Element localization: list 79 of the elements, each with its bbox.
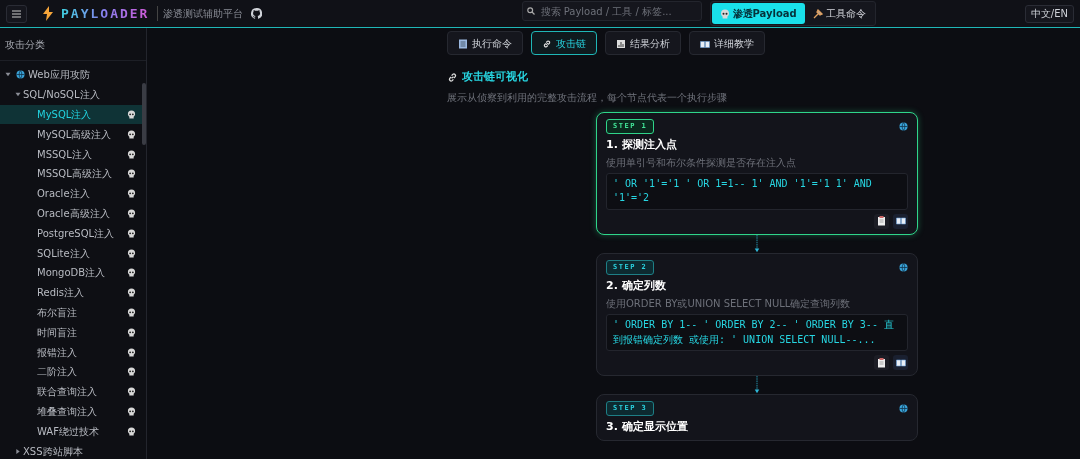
book-icon [895,358,906,367]
tree-item[interactable]: Oracle高级注入 [0,203,146,224]
mode-tab[interactable]: 工具命令 [804,3,874,24]
tree-item[interactable]: Web应用攻防 [0,65,146,85]
book-icon [895,217,906,226]
tree-item[interactable]: SQLite注入 [0,243,146,263]
bar-chart-icon [616,38,626,49]
sidebar-title: 攻击分类 [0,28,146,61]
subtitle: 渗透测试辅助平台 [157,6,244,21]
globe-icon [16,70,25,80]
tree-item[interactable]: 时间盲注 [0,322,146,343]
step-description: 使用单引号和布尔条件探测是否存在注入点 [606,155,797,169]
clipboard-icon [877,357,886,368]
tree-item[interactable]: Oracle注入 [0,183,146,204]
link-icon [542,38,552,49]
code-block: ' OR '1'='1 ' OR 1=1-- 1' AND '1'='1 1' AND '1'='2 [606,172,908,210]
tab[interactable]: 结果分析 [605,31,681,55]
code-block: ' ORDER BY 1-- ' ORDER BY 2-- ' ORDER BY 3-- 直到报错确定列数 或使用: ' UNION SELECT NULL--... [606,314,908,352]
menu-button[interactable] [6,4,27,23]
skull-icon [719,9,730,19]
tree-item[interactable]: SQL/NoSQL注入 [0,84,146,105]
tree-item[interactable]: 联合查询注入 [0,381,146,402]
tree-item[interactable]: 布尔盲注 [0,302,146,323]
skull-icon [127,208,136,218]
skull-icon [127,347,136,357]
skull-icon [127,426,136,436]
globe-icon [899,404,908,414]
globe-icon [899,121,908,131]
clipboard-icon [877,216,886,227]
document-icon [458,38,468,49]
link-icon [447,71,458,83]
tree-item[interactable]: MySQL高级注入 [0,124,146,145]
tab[interactable]: 攻击链 [531,31,597,55]
section-title: 攻击链可视化 [462,69,528,85]
tab[interactable]: 详细教学 [689,31,765,55]
skull-icon [127,129,136,139]
tree-item[interactable]: WAF绕过技术 [0,421,146,442]
book-icon [700,38,710,49]
copy-button[interactable] [874,355,889,371]
arrow-connector [753,376,761,395]
lightning-bolt-icon [43,6,53,21]
arrow-connector [753,234,761,253]
skull-icon [127,248,136,258]
skull-icon [127,189,136,199]
step-title: 3. 确定显示位置 [606,420,689,435]
tree-item[interactable]: 二阶注入 [0,361,146,382]
tree-item[interactable]: Redis注入 [0,282,146,303]
skull-icon [127,169,136,179]
step-description: 使用ORDER BY或UNION SELECT NULL确定查询列数 [606,297,852,311]
tutorial-button[interactable] [893,355,908,371]
tree-item[interactable]: MSSQL高级注入 [0,164,146,184]
copy-button[interactable] [874,213,889,229]
tree-item[interactable]: MongoDB注入 [0,262,146,283]
scrollbar[interactable] [142,83,146,145]
skull-icon [127,288,136,298]
language-button[interactable]: 中文/EN [1024,4,1074,23]
tree-item[interactable]: XSS跨站脚本 [0,441,146,459]
menu-icon [12,9,21,18]
github-icon[interactable] [251,8,263,19]
skull-icon [127,307,136,317]
globe-icon [899,262,908,272]
skull-icon [127,406,136,416]
tutorial-button[interactable] [893,213,908,229]
skull-icon [127,149,136,159]
tree-item[interactable]: 堆叠查询注入 [0,401,146,422]
mode-tab[interactable]: 渗透Payload [711,3,805,24]
tree-item[interactable]: PostgreSQL注入 [0,223,146,244]
tab[interactable]: 执行命令 [447,31,523,55]
tools-icon [812,9,823,19]
skull-icon [127,327,136,337]
skull-icon [127,387,136,397]
tree-item[interactable]: MSSQL注入 [0,144,146,164]
skull-icon [127,110,136,119]
step-title: 2. 确定列数 [606,279,667,294]
skull-icon [127,367,136,377]
tree-item[interactable]: 报错注入 [0,342,146,362]
skull-icon [127,228,136,238]
skull-icon [127,268,136,278]
step-title: 1. 探测注入点 [606,137,678,152]
